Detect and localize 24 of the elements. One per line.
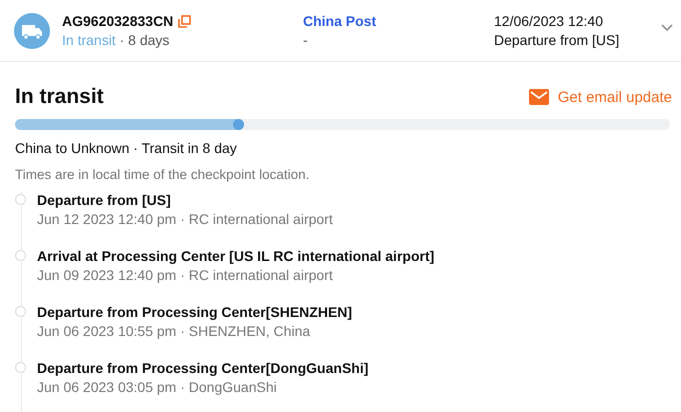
event-title: Departure from Processing Center[DongGuanShi] — [37, 360, 368, 376]
truck-icon — [14, 12, 50, 48]
route-text: China to Unknown · Transit in 8 day — [15, 140, 238, 156]
tracking-number: AG962032833CN — [62, 13, 174, 29]
event-detail: Jun 09 2023 12:40 pm · RC international airport — [37, 267, 334, 283]
email-update-button[interactable]: Get email update — [528, 88, 672, 106]
timezone-note: Times are in local time of the checkpoint location. — [15, 167, 310, 182]
event-title: Departure from Processing Center[SHENZHEN] — [37, 304, 352, 320]
progress-thumb — [233, 119, 244, 130]
latest-time: 12/06/2023 12:40 — [494, 13, 604, 29]
section-title: In transit — [15, 85, 104, 109]
latest-event: Departure from [US] — [494, 32, 620, 48]
duration-text: · 8 days — [120, 32, 170, 48]
event-detail: Jun 12 2023 12:40 pm · RC international airport — [37, 211, 333, 227]
envelope-icon — [528, 89, 549, 105]
copy-icon[interactable] — [178, 14, 192, 28]
event-title: Arrival at Processing Center [US IL RC international airport] — [37, 248, 434, 264]
event-detail: Jun 06 2023 10:55 pm · SHENZHEN, China — [37, 323, 312, 339]
event-detail: Jun 06 2023 03:05 pm · DongGuanShi — [37, 379, 278, 395]
carrier-link[interactable]: China Post — [303, 13, 494, 29]
chevron-down-icon[interactable] — [661, 24, 673, 32]
carrier-subtext: - — [303, 32, 309, 48]
event-title: Departure from [US] — [37, 192, 172, 208]
status-text: In transit — [62, 32, 116, 48]
